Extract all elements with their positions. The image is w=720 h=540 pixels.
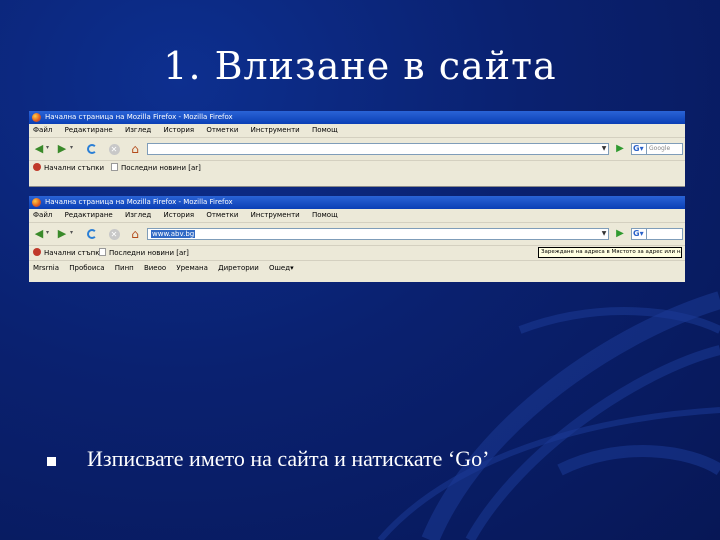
bullet-text: Изписвате името на сайта и натискате ‘Go… <box>87 446 490 471</box>
go-arrow-icon[interactable]: ▶ <box>613 142 627 156</box>
back-arrow-icon[interactable]: ◀ <box>32 142 46 156</box>
url-dropdown-icon[interactable]: ▼ <box>600 144 608 154</box>
rss-icon <box>99 248 106 256</box>
window-titlebar: Начална страница на Mozilla Firefox - Mo… <box>29 111 685 124</box>
menu-edit[interactable]: Редактиране <box>65 211 113 219</box>
bookmark-getting-started[interactable]: Начални стъпки <box>33 161 104 175</box>
menu-bookmarks[interactable]: Отметки <box>206 211 238 219</box>
menu-file[interactable]: Файл <box>33 211 52 219</box>
forward-dropdown-icon[interactable]: ▾ <box>70 144 73 151</box>
link-item[interactable]: Диретории <box>218 264 259 272</box>
reload-icon[interactable] <box>85 142 99 156</box>
go-button-tooltip: Зареждане на адреса в Мястото за адрес и… <box>538 247 682 258</box>
home-icon[interactable]: ⌂ <box>127 227 143 241</box>
menubar: Файл Редактиране Изглед История Отметки … <box>29 124 685 138</box>
bookmark-latest-news[interactable]: Последни новини [ar] <box>111 161 201 175</box>
stop-icon[interactable]: ✕ <box>107 142 121 156</box>
firefox-icon <box>32 113 41 122</box>
google-icon[interactable]: G▾ <box>631 143 647 155</box>
bookmarks-toolbar: Начални стъпки Последни новини [ar] Заре… <box>29 246 685 260</box>
menu-tools[interactable]: Инструменти <box>251 126 300 134</box>
link-item[interactable]: Уремана <box>176 264 207 272</box>
menu-view[interactable]: Изглед <box>125 211 151 219</box>
bookmarks-toolbar: Начални стъпки Последни новини [ar] <box>29 161 685 175</box>
link-item[interactable]: Mrsrnia <box>33 264 59 272</box>
menubar: Файл Редактиране Изглед История Отметки … <box>29 209 685 223</box>
bookmark-latest-news[interactable]: Последни новини [ar] <box>99 246 189 260</box>
link-item[interactable]: Ошед▾ <box>269 264 294 272</box>
url-input[interactable] <box>147 143 609 155</box>
link-item[interactable]: Виеоо <box>144 264 166 272</box>
navigation-toolbar: ◀ ▾ ▶ ▾ ✕ ⌂ www.abv.bg ▼ ▶ G▾ <box>29 223 685 246</box>
menu-edit[interactable]: Редактиране <box>65 126 113 134</box>
menu-help[interactable]: Помощ <box>312 211 338 219</box>
window-title: Начална страница на Mozilla Firefox - Mo… <box>45 198 233 206</box>
search-input[interactable]: Google <box>647 143 683 155</box>
forward-arrow-icon[interactable]: ▶ <box>55 142 69 156</box>
back-dropdown-icon[interactable]: ▾ <box>46 144 49 151</box>
menu-history[interactable]: История <box>163 126 194 134</box>
browser-screenshot-1: Начална страница на Mozilla Firefox - Mo… <box>29 111 685 187</box>
bullet-square-icon <box>47 457 56 466</box>
back-dropdown-icon[interactable]: ▾ <box>46 229 49 236</box>
search-input[interactable] <box>647 228 683 240</box>
home-icon[interactable]: ⌂ <box>127 142 143 156</box>
go-arrow-icon[interactable]: ▶ <box>613 227 627 241</box>
slide-title: 1. Влизане в сайта <box>163 44 557 88</box>
google-icon[interactable]: G▾ <box>631 228 647 240</box>
browser-screenshot-2: Начална страница на Mozilla Firefox - Mo… <box>29 196 685 282</box>
links-toolbar: Mrsrnia Пробоиса Пинп Виеоо Уремана Дире… <box>29 260 685 275</box>
bookmark-icon <box>33 248 41 256</box>
url-input[interactable]: www.abv.bg <box>147 228 609 240</box>
reload-icon[interactable] <box>85 227 99 241</box>
menu-bookmarks[interactable]: Отметки <box>206 126 238 134</box>
bookmark-getting-started[interactable]: Начални стъпки <box>33 246 104 260</box>
window-title: Начална страница на Mozilla Firefox - Mo… <box>45 113 233 121</box>
forward-dropdown-icon[interactable]: ▾ <box>70 229 73 236</box>
menu-view[interactable]: Изглед <box>125 126 151 134</box>
link-item[interactable]: Пробоиса <box>69 264 104 272</box>
menu-help[interactable]: Помощ <box>312 126 338 134</box>
back-arrow-icon[interactable]: ◀ <box>32 227 46 241</box>
link-item[interactable]: Пинп <box>115 264 134 272</box>
firefox-icon <box>32 198 41 207</box>
url-dropdown-icon[interactable]: ▼ <box>600 229 608 239</box>
navigation-toolbar: ◀ ▾ ▶ ▾ ✕ ⌂ ▼ ▶ G▾ Google <box>29 138 685 161</box>
menu-history[interactable]: История <box>163 211 194 219</box>
bookmark-icon <box>33 163 41 171</box>
rss-icon <box>111 163 118 171</box>
menu-tools[interactable]: Инструменти <box>251 211 300 219</box>
menu-file[interactable]: Файл <box>33 126 52 134</box>
window-titlebar: Начална страница на Mozilla Firefox - Mo… <box>29 196 685 209</box>
stop-icon[interactable]: ✕ <box>107 227 121 241</box>
forward-arrow-icon[interactable]: ▶ <box>55 227 69 241</box>
